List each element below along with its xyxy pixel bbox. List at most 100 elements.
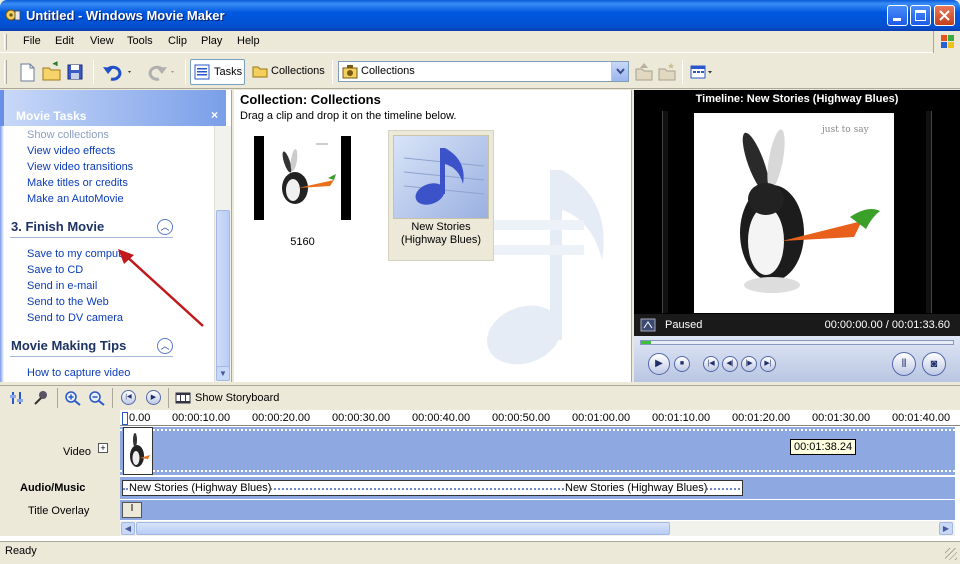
up-one-level-button[interactable] [633, 59, 655, 85]
toolbar: Tasks Collections Collections [0, 54, 960, 89]
playhead[interactable] [122, 412, 128, 425]
tasks-label: Tasks [214, 66, 243, 78]
film-perforation-bottom [120, 470, 955, 473]
previous-frame-button[interactable]: |◀ [703, 356, 719, 372]
audio-clip-item[interactable]: New Stories (Highway Blues) [388, 130, 494, 261]
title-overlay-track-label: Title Overlay [28, 505, 90, 517]
seek-position[interactable] [641, 341, 651, 344]
views-button[interactable] [688, 59, 716, 85]
audio-clip-label: New Stories (Highway Blues) [400, 221, 482, 246]
audio-track-label: Audio/Music [20, 482, 86, 494]
collections-button[interactable]: Collections [249, 59, 327, 85]
scrollbar-thumb[interactable] [136, 522, 670, 535]
stop-icon: ■ [679, 360, 685, 367]
tasks-button[interactable]: Tasks [190, 59, 245, 85]
video-clip-5160[interactable] [123, 427, 153, 475]
storyboard-icon [175, 392, 191, 404]
timeline-toolbar: |◀ ▶ Show Storyboard [0, 386, 960, 410]
forward-button[interactable]: |▶ [741, 356, 757, 372]
toolbar-separator [168, 388, 169, 408]
preview-title: Timeline: New Stories (Highway Blues) [695, 93, 899, 105]
letterbox-right [926, 111, 932, 313]
track-labels: Video + Audio/Music Title Overlay [0, 410, 120, 536]
menu-tools[interactable]: Tools [127, 35, 153, 47]
show-storyboard-label: Show Storyboard [195, 392, 280, 404]
menu-clip[interactable]: Clip [168, 35, 187, 47]
menu-edit[interactable]: Edit [55, 35, 74, 47]
redo-button[interactable] [142, 59, 178, 85]
zoom-out-button[interactable] [88, 390, 106, 406]
minimize-icon [893, 18, 901, 21]
new-collection-button[interactable] [656, 59, 678, 85]
windows-flag-icon [941, 35, 954, 48]
open-project-button[interactable] [39, 59, 63, 85]
collection-title: Collection: Collections [240, 92, 381, 107]
redo-icon [148, 65, 174, 81]
play-timeline-button[interactable]: ▶ [146, 390, 161, 405]
rewind-icon: |◀ [125, 394, 132, 400]
minimize-button[interactable] [887, 5, 908, 26]
dropdown-arrow-button[interactable] [611, 62, 628, 81]
toolbar-separator [57, 388, 58, 408]
take-picture-button[interactable]: ◙ [922, 352, 946, 376]
menu-file[interactable]: File [23, 35, 41, 47]
zoom-in-button[interactable] [64, 390, 82, 406]
ruler-label: 00:00:10.00 [172, 412, 231, 424]
audio-clip[interactable]: New Stories (Highway Blues) New Stories … [122, 480, 743, 496]
rabbit-carrot-image [282, 143, 336, 204]
new-project-button[interactable] [15, 59, 39, 85]
collections-dropdown[interactable]: Collections [338, 61, 629, 82]
show-storyboard-button[interactable]: Show Storyboard [175, 390, 285, 406]
title-overlay-track[interactable]: I [120, 500, 955, 520]
expand-video-track-icon[interactable]: + [98, 443, 108, 453]
split-button[interactable]: ⫴ [892, 352, 916, 376]
narrate-timeline-button[interactable] [32, 390, 50, 406]
thumbnail-view-icon [690, 65, 712, 79]
clip-5160-thumbnail[interactable] [254, 136, 351, 220]
timeline-ruler[interactable]: 0.00 00:00:10.00 00:00:20.00 00:00:30.00… [120, 410, 960, 426]
close-button[interactable] [934, 5, 955, 26]
collections-dropdown-value: Collections [361, 65, 415, 77]
menu-play[interactable]: Play [201, 35, 222, 47]
play-icon: ▶ [655, 358, 663, 369]
new-folder-icon [658, 63, 676, 81]
set-audio-levels-button[interactable] [8, 390, 26, 406]
rabbit-thumbnail-image [130, 433, 150, 467]
overlay-marker[interactable]: I [122, 502, 142, 518]
stop-button[interactable]: ■ [674, 356, 690, 372]
menu-help[interactable]: Help [237, 35, 260, 47]
split-clip-icon[interactable] [640, 318, 656, 332]
ruler-label: 00:01:00.00 [572, 412, 631, 424]
menu-grip [4, 34, 7, 50]
rewind-timeline-button[interactable]: |◀ [121, 390, 136, 405]
resize-grip[interactable] [945, 548, 957, 560]
folder-up-icon [635, 63, 653, 81]
undo-button[interactable] [100, 59, 136, 85]
film-perforation-top [120, 429, 955, 432]
skip-back-icon: |◀ [707, 360, 715, 367]
title-bar: Untitled - Windows Movie Maker [0, 0, 960, 31]
tasks-icon [194, 64, 210, 80]
next-frame-button[interactable]: ▶| [760, 356, 776, 372]
ruler-label: 00:00:30.00 [332, 412, 391, 424]
toolbar-separator [112, 388, 113, 408]
audio-clip-thumbnail [393, 135, 489, 219]
seek-bar[interactable] [640, 340, 954, 345]
scroll-right-button[interactable]: ▶ [939, 522, 953, 535]
status-bar: Ready [0, 541, 960, 564]
folder-icon [252, 66, 268, 78]
back-button[interactable]: ◀| [722, 356, 738, 372]
menu-view[interactable]: View [90, 35, 114, 47]
video-track[interactable]: 00:01:38.24 [120, 427, 955, 475]
scroll-left-button[interactable]: ◀ [121, 522, 135, 535]
movie-tasks-pane: Movie Tasks × Show collections View vide… [0, 90, 232, 382]
collections-icon [342, 65, 358, 79]
save-project-button[interactable] [63, 59, 87, 85]
play-button[interactable]: ▶ [648, 353, 670, 375]
audio-track[interactable]: New Stories (Highway Blues) New Stories … [120, 477, 955, 499]
ruler-label: 00:00:20.00 [252, 412, 311, 424]
maximize-button[interactable] [910, 5, 931, 26]
timeline-scrollbar[interactable]: ◀ ▶ [120, 521, 955, 536]
microphone-icon [34, 391, 47, 405]
skip-forward-icon: ▶| [764, 360, 772, 367]
